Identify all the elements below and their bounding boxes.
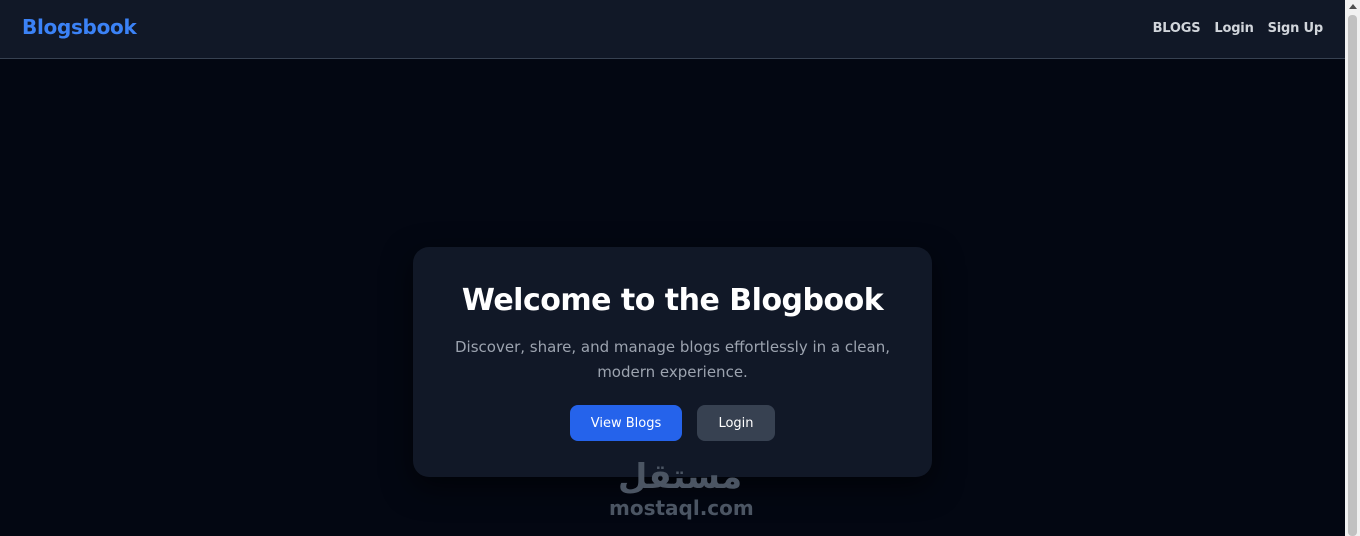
- watermark-arabic: مستقل: [617, 457, 743, 497]
- nav-links: BLOGS Login Sign Up: [1153, 21, 1324, 36]
- scroll-up-arrow-icon[interactable]: [1349, 4, 1357, 9]
- nav-link-signup[interactable]: Sign Up: [1268, 21, 1324, 36]
- nav-link-login[interactable]: Login: [1214, 21, 1253, 36]
- hero-card: Welcome to the Blogbook Discover, share,…: [413, 247, 932, 477]
- hero-title: Welcome to the Blogbook: [461, 283, 884, 318]
- brand-logo[interactable]: Blogsbook: [22, 15, 137, 39]
- watermark-latin: mostaql.com: [609, 496, 754, 520]
- login-button[interactable]: Login: [697, 405, 775, 441]
- view-blogs-button[interactable]: View Blogs: [570, 405, 682, 441]
- navbar: Blogsbook BLOGS Login Sign Up: [0, 0, 1345, 59]
- page: Blogsbook BLOGS Login Sign Up Welcome to…: [0, 0, 1360, 536]
- watermark-logo: مستقل mostaql.com: [609, 457, 754, 520]
- vertical-scrollbar[interactable]: [1345, 0, 1360, 536]
- nav-link-blogs[interactable]: BLOGS: [1153, 21, 1201, 36]
- hero-buttons: View Blogs Login: [413, 405, 932, 441]
- hero-subtitle: Discover, share, and manage blogs effort…: [455, 338, 890, 381]
- scroll-thumb[interactable]: [1348, 15, 1357, 536]
